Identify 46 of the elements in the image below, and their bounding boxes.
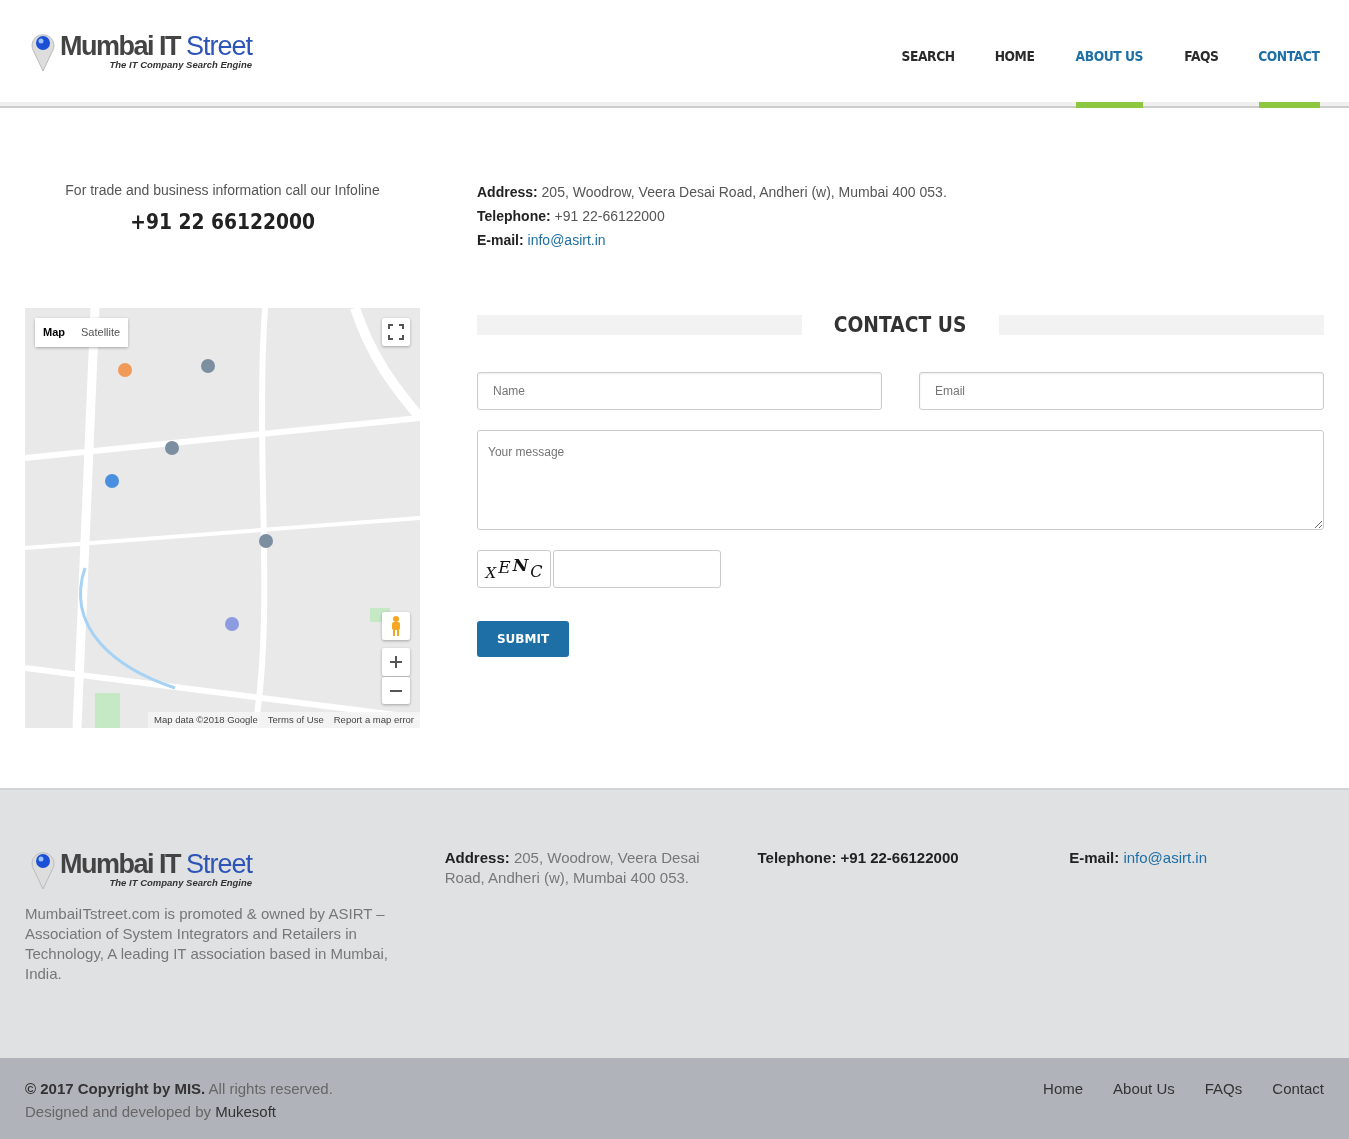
contact-value: 205, Woodrow, Veera Desai Road, Andheri (w), Mumbai 400 053. [541,184,947,200]
input-field[interactable]: Email [919,372,1324,411]
footer-link[interactable]: Contact [1272,1078,1324,1123]
copyright-text: © 2017 Copyright by MIS. All rights reserved. [25,1079,333,1099]
map-type-button[interactable]: Satellite [73,318,129,347]
footer-link[interactable]: FAQs [1204,1078,1243,1123]
nav-link[interactable]: CONTACT [1258,45,1320,67]
form-title: CONTACT US [834,312,967,339]
nav-link[interactable]: FAQS [1184,45,1219,67]
logo-tagline: The IT Company Search Engine [108,877,253,888]
email-link[interactable]: info@asirt.in [527,232,606,248]
map-attribution: Map data ©2018 Google [154,712,258,727]
fullscreen-button[interactable] [382,318,410,346]
footer-link[interactable]: About Us [1113,1078,1175,1123]
email-link[interactable]: info@asirt.in [1123,849,1207,866]
contact-detail: Address: 205, Woodrow, Veera Desai Road, Andheri (w), Mumbai 400 053. [444,848,701,888]
contact-detail: Telephone: +91 22-66122000 [757,848,960,868]
contact-label: Telephone: [477,208,551,224]
contact-label: Address: [477,184,538,200]
credit-text: Designed and developed by [25,1102,211,1120]
person-icon [390,616,402,636]
infoline-text: For trade and business information call our Infoline [64,181,381,200]
map-type-button[interactable]: Map [35,318,73,347]
nav-link[interactable]: ABOUT US [1075,45,1144,67]
footer-link[interactable]: Home [1043,1078,1084,1123]
logo-text: Mumbai IT Street [60,32,253,60]
zoom-out-button[interactable] [382,677,410,704]
phone-number: +91 22 66122000 [130,208,315,236]
message-field[interactable]: Your message [477,430,1324,531]
fullscreen-icon [388,324,404,340]
contact-label: E-mail: [477,232,524,248]
logo-text: Mumbai IT Street [60,850,253,878]
logo-tagline: The IT Company Search Engine [108,59,253,70]
nav-link[interactable]: SEARCH [901,45,955,67]
nav-link[interactable]: HOME [994,45,1035,67]
plus-icon [390,656,402,668]
contact-value: +91 22-66122000 [554,208,665,224]
zoom-in-button[interactable] [382,648,410,676]
input-field[interactable]: Name [477,372,882,411]
about-text: MumbaiITstreet.com is promoted & owned by ASIRT – Association of System Integrators and Retailers in Technology, A leading IT association based in Mumbai, India. [25,904,389,984]
contact-label: E-mail: [1069,849,1120,866]
map-link[interactable]: Terms of Use [267,712,324,727]
submit-button[interactable]: SUBMIT [477,621,569,658]
captcha-field[interactable] [553,550,721,589]
credit-link[interactable]: Mukesoft [215,1102,276,1120]
map-link[interactable]: Report a map error [333,712,414,727]
